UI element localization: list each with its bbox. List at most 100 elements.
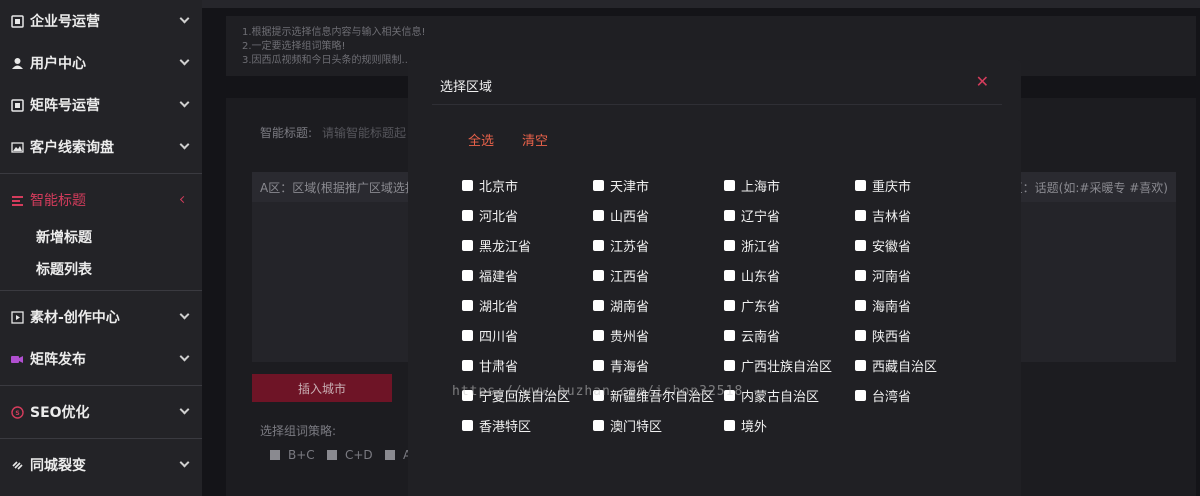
region-label: 天津市 (610, 179, 650, 195)
select-all-button[interactable]: 全选 (468, 130, 494, 149)
sidebar-subitem-title-list[interactable]: 标题列表 (0, 253, 202, 285)
checkbox[interactable] (462, 239, 473, 251)
checkbox[interactable] (593, 419, 604, 431)
checkbox[interactable] (593, 299, 604, 311)
region-checkbox-item[interactable]: 辽宁省 (724, 200, 855, 230)
region-checkbox-item[interactable]: 陕西省 (855, 320, 986, 350)
checkbox[interactable] (462, 209, 473, 221)
sidebar-item-user-center[interactable]: 用户中心 (0, 42, 202, 84)
sidebar-divider (0, 290, 202, 291)
sidebar-subitem-new-title[interactable]: 新增标题 (0, 221, 202, 253)
checkbox[interactable] (724, 299, 735, 311)
region-checkbox-item[interactable]: 四川省 (462, 320, 593, 350)
checkbox[interactable] (724, 269, 735, 281)
region-checkbox-item[interactable]: 天津市 (593, 170, 724, 200)
region-checkbox-item[interactable]: 河北省 (462, 200, 593, 230)
region-checkbox-item[interactable]: 台湾省 (855, 380, 986, 410)
checkbox[interactable] (724, 419, 735, 431)
sidebar-item-label: SEO优化 (30, 405, 90, 421)
checkbox[interactable] (593, 209, 604, 221)
region-checkbox-item[interactable]: 湖南省 (593, 290, 724, 320)
region-checkbox-item[interactable]: 北京市 (462, 170, 593, 200)
region-checkbox-item[interactable]: 山西省 (593, 200, 724, 230)
checkbox[interactable] (462, 359, 473, 371)
checkbox[interactable] (855, 359, 866, 371)
sidebar-item-material[interactable]: 素材-创作中心 (0, 296, 202, 338)
region-checkbox-item[interactable]: 河南省 (855, 260, 986, 290)
region-label: 上海市 (741, 179, 781, 195)
checkbox[interactable] (724, 209, 735, 221)
sidebar-item-city-fission[interactable]: 同城裂变 (0, 444, 202, 486)
checkbox[interactable] (855, 209, 866, 221)
region-checkbox-item[interactable]: 黑龙江省 (462, 230, 593, 260)
checkbox[interactable] (593, 269, 604, 281)
region-checkbox-item[interactable]: 广东省 (724, 290, 855, 320)
region-checkbox-item[interactable]: 境外 (724, 410, 855, 440)
checkbox[interactable] (593, 359, 604, 371)
strategy-option[interactable]: B+C (270, 448, 315, 462)
region-checkbox-item[interactable]: 广西壮族自治区 (724, 350, 855, 380)
sidebar-item-enterprise[interactable]: 企业号运营 (0, 0, 202, 42)
region-checkbox-item[interactable]: 江西省 (593, 260, 724, 290)
checkbox[interactable] (855, 389, 866, 401)
checkbox[interactable] (462, 329, 473, 341)
checkbox[interactable] (724, 179, 735, 191)
sidebar-item-label: 素材-创作中心 (30, 310, 120, 326)
checkbox[interactable] (593, 179, 604, 191)
region-checkbox-item[interactable]: 甘肃省 (462, 350, 593, 380)
checkbox[interactable] (593, 329, 604, 341)
region-checkbox-item[interactable]: 贵州省 (593, 320, 724, 350)
checkbox[interactable] (270, 450, 280, 460)
region-checkbox-item[interactable]: 内蒙古自治区 (724, 380, 855, 410)
region-checkbox-item[interactable]: 澳门特区 (593, 410, 724, 440)
sidebar-item-matrix-ops[interactable]: 矩阵号运营 (0, 84, 202, 126)
region-checkbox-item[interactable]: 吉林省 (855, 200, 986, 230)
link-icon (10, 458, 24, 472)
sidebar-item-smart-title[interactable]: 智能标题 (0, 179, 202, 221)
checkbox[interactable] (724, 329, 735, 341)
checkbox[interactable] (462, 179, 473, 191)
checkbox[interactable] (327, 450, 337, 460)
user-icon (10, 56, 24, 70)
region-checkbox-item[interactable]: 云南省 (724, 320, 855, 350)
checkbox[interactable] (855, 239, 866, 251)
sidebar-item-label: 客户线索询盘 (30, 140, 114, 156)
region-checkbox-item[interactable]: 上海市 (724, 170, 855, 200)
region-checkbox-item[interactable]: 香港特区 (462, 410, 593, 440)
sidebar-item-matrix-publish[interactable]: 矩阵发布 (0, 338, 202, 380)
checkbox[interactable] (855, 329, 866, 341)
checkbox[interactable] (855, 299, 866, 311)
region-label: 黑龙江省 (479, 239, 532, 255)
strategy-option[interactable]: C+D (327, 448, 373, 462)
checkbox[interactable] (462, 419, 473, 431)
checkbox[interactable] (724, 359, 735, 371)
checkbox[interactable] (462, 269, 473, 281)
region-checkbox-item[interactable]: 青海省 (593, 350, 724, 380)
region-checkbox-item[interactable]: 海南省 (855, 290, 986, 320)
chevron-down-icon (179, 404, 190, 415)
insert-city-button[interactable]: 插入城市 (252, 374, 392, 402)
checkbox[interactable] (462, 299, 473, 311)
sidebar-item-label: 用户中心 (30, 56, 86, 72)
checkbox[interactable] (593, 239, 604, 251)
checkbox[interactable] (385, 450, 395, 460)
region-checkbox-item[interactable]: 湖北省 (462, 290, 593, 320)
region-label: 境外 (741, 419, 768, 435)
sidebar-item-seo[interactable]: S SEO优化 (0, 391, 202, 433)
region-checkbox-item[interactable]: 重庆市 (855, 170, 986, 200)
region-checkbox-item[interactable]: 福建省 (462, 260, 593, 290)
top-bar (202, 0, 1200, 8)
region-checkbox-item[interactable]: 山东省 (724, 260, 855, 290)
title-input[interactable]: 请输智能标题起 (322, 124, 406, 141)
checkbox[interactable] (724, 239, 735, 251)
region-checkbox-item[interactable]: 安徽省 (855, 230, 986, 260)
sidebar-item-leads[interactable]: 客户线索询盘 (0, 126, 202, 168)
clear-button[interactable]: 清空 (522, 130, 548, 149)
checkbox[interactable] (855, 179, 866, 191)
region-checkbox-item[interactable]: 浙江省 (724, 230, 855, 260)
close-icon[interactable]: ✕ (976, 72, 989, 91)
region-checkbox-item[interactable]: 西藏自治区 (855, 350, 986, 380)
region-label: 香港特区 (479, 419, 532, 435)
checkbox[interactable] (855, 269, 866, 281)
region-checkbox-item[interactable]: 江苏省 (593, 230, 724, 260)
